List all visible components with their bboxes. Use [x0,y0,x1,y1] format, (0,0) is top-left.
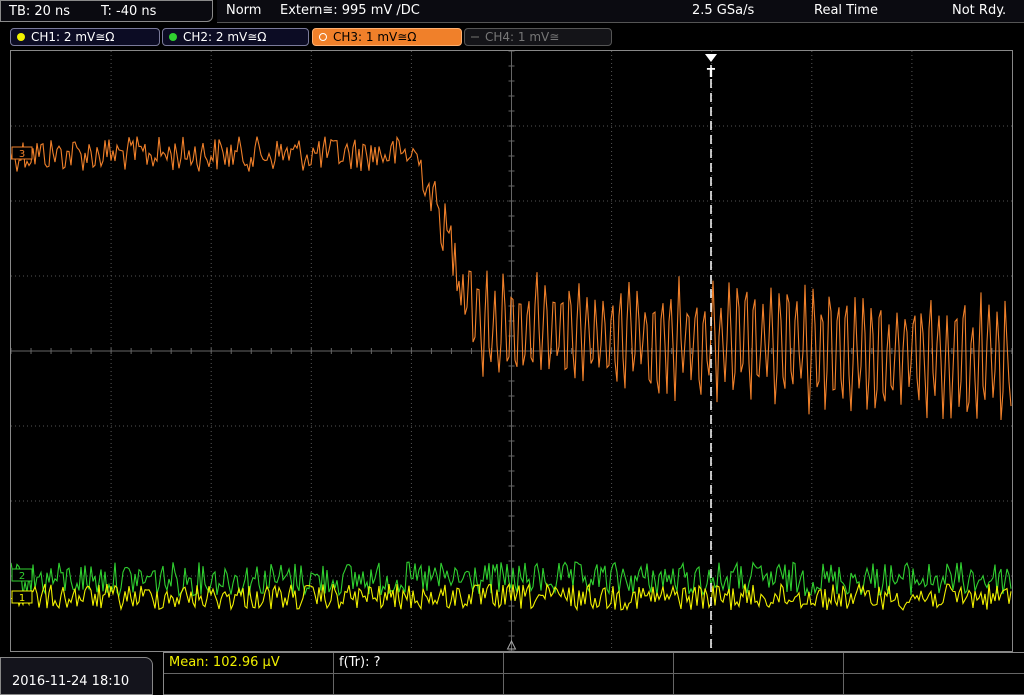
sample-rate: 2.5 GSa/s [692,3,755,18]
status-bar[interactable]: Norm Extern≅: 995 mV ∕DC 2.5 GSa/s Real … [217,0,1024,23]
measurement-cell-empty[interactable] [504,653,674,674]
measurement-cell-empty[interactable] [674,674,844,695]
top-bar: TB: 20 ns T: -40 ns Norm Extern≅: 995 mV… [0,0,1024,25]
channel-2-dot-icon [169,33,177,41]
datetime-box: 2016-11-24 18:10 [0,657,153,695]
acquisition-mode: Real Time [814,3,878,18]
channel-4-label: CH4: 1 mV≅ [485,30,560,44]
channel-4-off-icon [471,36,479,38]
measurement-cell-empty[interactable] [674,653,844,674]
timebase-label: TB: 20 ns [9,4,71,19]
measurement-ftr-cell[interactable]: f(Tr): ? [334,653,504,674]
channel-3-dot-icon [319,33,327,41]
channel-3-label: CH3: 1 mV≅Ω [333,30,417,44]
measurement-cell-empty[interactable] [844,674,1024,695]
trigger-marker-label: T [707,66,716,80]
measurement-mean: Mean: 102.96 µV [169,655,280,670]
measurement-ftr: f(Tr): ? [339,655,381,670]
channel-3-tab[interactable]: CH3: 1 mV≅Ω [312,28,462,46]
channel-2-label: CH2: 2 mV≅Ω [183,30,267,44]
measurement-cell-empty[interactable] [844,653,1024,674]
bottom-bar: 2016-11-24 18:10 Mean: 102.96 µV f(Tr): … [0,652,1024,695]
waveform-canvas: T 3 2 1 [11,51,1012,651]
channel-1-dot-icon [17,33,25,41]
measurement-cell-empty[interactable] [334,674,504,695]
trigger-source: Extern≅: 995 mV ∕DC [280,3,420,18]
timebase-box[interactable]: TB: 20 ns T: -40 ns [0,0,213,22]
ch2-level-marker-label: 2 [19,571,25,582]
measurement-cell-empty[interactable] [504,674,674,695]
trigger-arrow-icon [705,54,717,62]
channel-1-label: CH1: 2 mV≅Ω [31,30,115,44]
channel-1-tab[interactable]: CH1: 2 mV≅Ω [10,28,160,46]
ch1-level-marker-label: 1 [19,593,25,604]
datetime: 2016-11-24 18:10 [12,674,130,689]
trigger-mode: Norm [226,3,262,18]
measurement-mean-cell[interactable]: Mean: 102.96 µV [164,653,334,674]
trigger-time-label: T: -40 ns [101,4,157,19]
measurement-cell-empty[interactable] [164,674,334,695]
channel-2-tab[interactable]: CH2: 2 mV≅Ω [162,28,309,46]
waveform-display[interactable]: T 3 2 1 [10,50,1013,652]
acquisition-state: Not Rdy. [952,3,1007,18]
channel-4-tab[interactable]: CH4: 1 mV≅ [464,28,612,46]
measurement-table[interactable]: Mean: 102.96 µV f(Tr): ? [163,652,1024,695]
ch3-level-marker-label: 3 [19,149,25,160]
